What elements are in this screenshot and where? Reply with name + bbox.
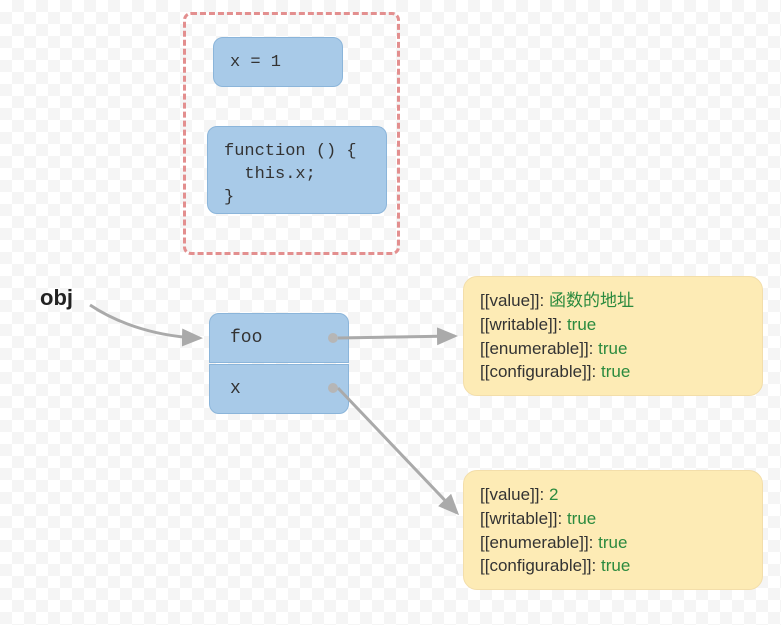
desc-val: true <box>601 556 630 575</box>
connector-dot-foo <box>328 333 338 343</box>
desc-key: [[writable]]: <box>480 509 562 528</box>
desc-key: [[enumerable]]: <box>480 533 593 552</box>
desc-val: true <box>567 509 596 528</box>
desc-key: [[value]]: <box>480 485 544 504</box>
desc-key: [[configurable]]: <box>480 362 596 381</box>
arrow-obj-to-foo <box>90 305 200 338</box>
desc-val: true <box>601 362 630 381</box>
desc-val: true <box>567 315 596 334</box>
arrow-foo-to-descriptor <box>338 336 455 338</box>
desc-val: true <box>598 339 627 358</box>
obj-label: obj <box>40 285 73 311</box>
desc-val: 函数的地址 <box>549 291 634 310</box>
desc-val: 2 <box>549 485 558 504</box>
code-box-x-assignment: x = 1 <box>213 37 343 87</box>
code-box-function: function () { this.x; } <box>207 126 387 214</box>
desc-key: [[value]]: <box>480 291 544 310</box>
desc-key: [[enumerable]]: <box>480 339 593 358</box>
descriptor-box-foo: [[value]]: 函数的地址 [[writable]]: true [[en… <box>463 276 763 396</box>
desc-val: true <box>598 533 627 552</box>
descriptor-box-x: [[value]]: 2 [[writable]]: true [[enumer… <box>463 470 763 590</box>
desc-key: [[writable]]: <box>480 315 562 334</box>
desc-key: [[configurable]]: <box>480 556 596 575</box>
arrow-x-to-descriptor <box>338 388 457 513</box>
connector-dot-x <box>328 383 338 393</box>
